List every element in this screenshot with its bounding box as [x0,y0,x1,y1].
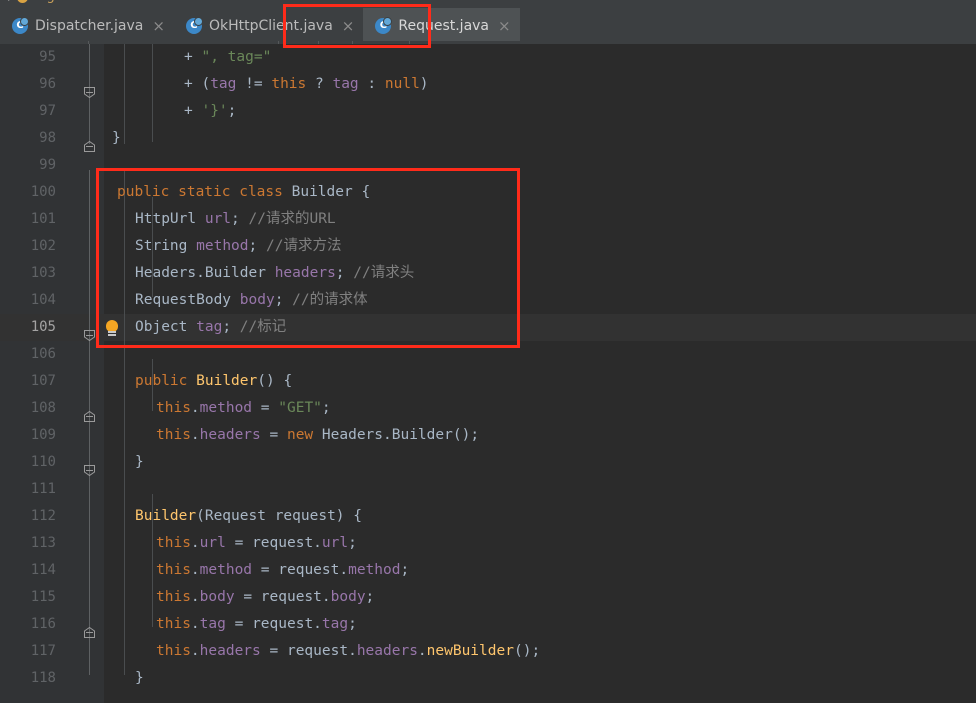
line-number: 100 [30,184,56,200]
editor-line[interactable]: 114 this.method = request.method; [0,557,976,584]
java-class-icon: C [185,17,203,34]
line-number: 105 [30,319,56,335]
java-class-icon: C [375,17,393,34]
tab-label: Request.java [398,18,490,34]
editor-line[interactable]: 112 Builder(Request request) { [0,503,976,530]
tab-label: Dispatcher.java [35,18,144,34]
tab-dispatcher-java[interactable]: C Dispatcher.java × [0,8,174,44]
line-content[interactable]: Object tag; //标记 [135,314,286,341]
line-content[interactable]: this.headers = new Headers.Builder(); [156,422,479,449]
editor-line[interactable]: 105 Object tag; //标记 [0,314,976,341]
line-number: 106 [30,346,56,362]
line-number: 109 [30,427,56,443]
line-content[interactable]: Builder(Request request) { [135,503,362,530]
line-number: 103 [30,265,56,281]
breadcrumb-item-tag[interactable]: tag [33,0,54,4]
line-number: 118 [30,670,56,686]
editor-line[interactable]: 109 this.headers = new Headers.Builder()… [0,422,976,449]
editor-line[interactable]: 115 this.body = request.body; [0,584,976,611]
editor-line[interactable]: 117 this.headers = request.headers.newBu… [0,638,976,665]
line-content[interactable]: RequestBody body; //的请求体 [135,287,368,314]
line-number: 112 [30,508,56,524]
line-number: 110 [30,454,56,470]
close-icon[interactable]: × [150,18,165,34]
line-number: 98 [39,130,56,146]
line-content[interactable]: HttpUrl url; //请求的URL [135,206,336,233]
editor-line[interactable]: 113 this.url = request.url; [0,530,976,557]
breadcrumb-separator: / [8,0,12,4]
java-class-icon: C [12,17,29,34]
tab-label: OkHttpClient.java [208,18,333,34]
intellij-editor-window: / tag C Dispatcher.java × C OkHttpClient… [0,0,976,703]
line-number: 115 [30,589,56,605]
line-content[interactable]: + ", tag=" [184,44,271,71]
line-number: 116 [30,616,56,632]
line-number: 101 [30,211,56,227]
editor-line[interactable]: 116 this.tag = request.tag; [0,611,976,638]
editor-line[interactable]: 111 [0,476,976,503]
line-content[interactable]: this.method = request.method; [156,557,409,584]
line-number: 95 [39,49,56,65]
line-number: 107 [30,373,56,389]
line-number: 102 [30,238,56,254]
line-number: 97 [39,103,56,119]
field-icon [17,0,29,3]
editor-line[interactable]: 107 public Builder() { [0,368,976,395]
line-content[interactable]: public Builder() { [135,368,292,395]
line-content[interactable]: String method; //请求方法 [135,233,341,260]
editor-line[interactable]: 110 } [0,449,976,476]
line-content[interactable]: } [135,449,144,476]
editor-line[interactable]: 98 } [0,125,976,152]
tab-request-java[interactable]: C Request.java × [363,8,520,44]
code-editor[interactable]: 95 + ", tag=" 96 + (tag != this ? tag : … [0,44,976,703]
line-number: 104 [30,292,56,308]
line-content[interactable]: + (tag != this ? tag : null) [184,71,429,98]
editor-line[interactable]: 101 HttpUrl url; //请求的URL [0,206,976,233]
line-number: 108 [30,400,56,416]
line-content[interactable]: } [135,665,144,692]
editor-line[interactable]: 108 this.method = "GET"; [0,395,976,422]
line-number: 99 [39,157,56,173]
close-icon[interactable]: × [340,18,355,34]
line-number: 117 [30,643,56,659]
line-number: 96 [39,76,56,92]
editor-line[interactable]: 100 public static class Builder { [0,179,976,206]
editor-line[interactable]: 118 } [0,665,976,692]
line-content[interactable]: public static class Builder { [117,179,370,206]
line-content[interactable]: this.method = "GET"; [156,395,331,422]
line-content[interactable]: Headers.Builder headers; //请求头 [135,260,414,287]
editor-tab-bar[interactable]: C Dispatcher.java × C OkHttpClient.java … [0,8,976,44]
editor-line[interactable]: 96 + (tag != this ? tag : null) [0,71,976,98]
line-content[interactable]: } [112,125,121,152]
line-content[interactable]: this.headers = request.headers.newBuilde… [156,638,540,665]
close-icon[interactable]: × [496,18,511,34]
editor-line[interactable]: 97 + '}'; [0,98,976,125]
line-content[interactable]: this.url = request.url; [156,530,357,557]
tab-okhttpclient-java[interactable]: C OkHttpClient.java × [174,8,363,44]
line-number: 114 [30,562,56,578]
editor-line[interactable]: 95 + ", tag=" [0,44,976,71]
line-content[interactable]: + '}'; [184,98,236,125]
editor-line[interactable]: 99 [0,152,976,179]
editor-line[interactable]: 102 String method; //请求方法 [0,233,976,260]
line-number: 113 [30,535,56,551]
editor-line[interactable]: 103 Headers.Builder headers; //请求头 [0,260,976,287]
line-content[interactable]: this.tag = request.tag; [156,611,357,638]
line-content[interactable]: this.body = request.body; [156,584,374,611]
editor-line[interactable]: 104 RequestBody body; //的请求体 [0,287,976,314]
editor-line[interactable]: 106 [0,341,976,368]
breadcrumb[interactable]: / tag [0,0,976,8]
line-number: 111 [30,481,56,497]
